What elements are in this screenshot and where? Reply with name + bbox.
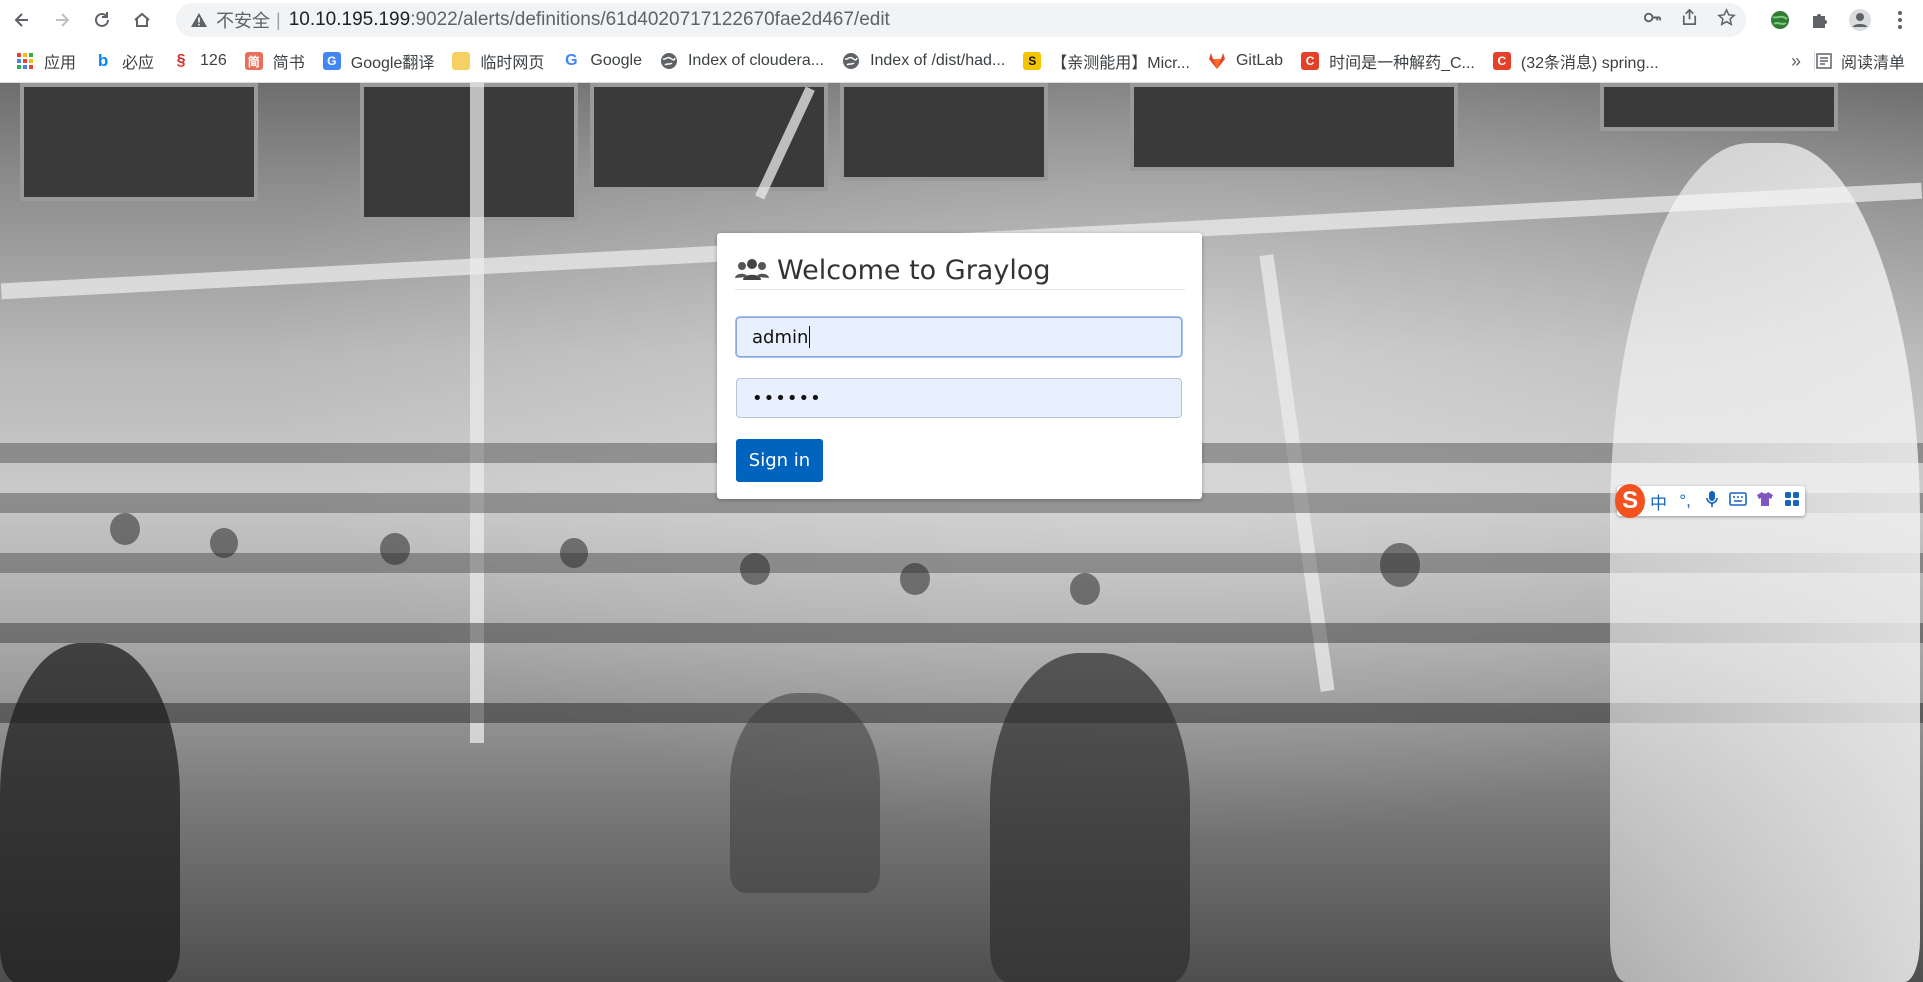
bookmark-label: Google bbox=[590, 52, 642, 69]
globe-icon bbox=[660, 52, 678, 70]
bookmark-label: 应用 bbox=[44, 55, 77, 72]
extensions-puzzle-icon[interactable] bbox=[1807, 7, 1833, 33]
address-bar[interactable]: 不安全 | 10.10.195.199 :9022/alerts/definit… bbox=[176, 3, 1746, 37]
bookmark-google-translate[interactable]: G Google翻译 bbox=[314, 40, 444, 82]
username-value: admin bbox=[752, 326, 809, 348]
bookmark-label: 时间是一种解药_C... bbox=[1329, 55, 1475, 72]
bookmark-label: (32条消息) spring... bbox=[1520, 55, 1659, 72]
url-host[interactable]: 10.10.195.199 bbox=[289, 9, 411, 31]
bookmark-label: 临时网页 bbox=[480, 55, 545, 72]
reload-icon[interactable] bbox=[84, 2, 120, 38]
background-photo bbox=[0, 83, 1923, 982]
bookmark-label: 【亲测能用】Micr... bbox=[1051, 55, 1190, 72]
bookmark-index-dist-hadoop[interactable]: Index of /dist/had... bbox=[833, 40, 1014, 82]
bookmark-gitlab[interactable]: GitLab bbox=[1199, 40, 1292, 82]
reading-list-label: 阅读清单 bbox=[1840, 55, 1905, 72]
password-input[interactable]: •••••• bbox=[736, 378, 1182, 418]
bookmark-bing[interactable]: b 必应 bbox=[85, 40, 163, 82]
extension-globe-icon[interactable] bbox=[1767, 7, 1793, 33]
forward-icon[interactable] bbox=[44, 2, 80, 38]
microphone-icon[interactable] bbox=[1698, 490, 1725, 513]
bookmark-label: Index of cloudera... bbox=[687, 52, 825, 69]
users-icon bbox=[735, 258, 769, 282]
security-label[interactable]: 不安全 bbox=[216, 7, 270, 33]
gitlab-icon bbox=[1208, 52, 1226, 70]
bookmark-label: Google翻译 bbox=[350, 55, 435, 72]
key-icon[interactable] bbox=[1643, 8, 1662, 32]
globe-icon bbox=[842, 52, 860, 70]
login-panel: Welcome to Graylog admin •••••• Sign in bbox=[717, 233, 1202, 499]
bookmarks-bar: 应用 b 必应 § 126 简 简书 G Google翻译 临时网页 G Goo… bbox=[0, 40, 1923, 83]
126-mail-icon: § bbox=[172, 52, 191, 70]
star-icon[interactable] bbox=[1717, 8, 1736, 32]
ime-mode-toggle[interactable]: 中 bbox=[1645, 489, 1672, 514]
sogou-logo-icon[interactable]: S bbox=[1615, 484, 1646, 518]
profile-avatar-icon[interactable] bbox=[1847, 7, 1873, 33]
bookmarks-overflow-button[interactable]: » bbox=[1791, 40, 1801, 82]
share-icon[interactable] bbox=[1680, 8, 1699, 32]
password-value: •••••• bbox=[752, 387, 822, 409]
bookmark-jianshu[interactable]: 简 简书 bbox=[236, 40, 314, 82]
standing-man-figure bbox=[1610, 143, 1920, 982]
bookmarks-divider bbox=[1814, 51, 1815, 71]
text-cursor bbox=[809, 326, 811, 348]
ime-toolbar[interactable]: S 中 °, bbox=[1615, 484, 1805, 518]
bookmark-google[interactable]: G Google bbox=[553, 40, 651, 82]
google-translate-icon: G bbox=[322, 52, 341, 70]
sticker-icon: S bbox=[1023, 52, 1042, 70]
username-input[interactable]: admin bbox=[736, 317, 1182, 357]
skin-shirt-icon[interactable] bbox=[1752, 491, 1779, 512]
folder-icon bbox=[452, 52, 471, 70]
bookmark-csdn-2[interactable]: C (32条消息) spring... bbox=[1484, 40, 1668, 82]
google-icon: G bbox=[562, 52, 581, 70]
login-header: Welcome to Graylog bbox=[735, 251, 1185, 290]
bookmark-label: 简书 bbox=[272, 55, 305, 72]
warning-triangle-icon[interactable] bbox=[190, 12, 208, 28]
bookmark-126[interactable]: § 126 bbox=[163, 40, 236, 82]
toolbox-grid-icon[interactable] bbox=[1778, 491, 1805, 512]
csdn-icon: C bbox=[1492, 52, 1511, 70]
login-page: Welcome to Graylog admin •••••• Sign in … bbox=[0, 83, 1923, 982]
bookmark-folder-temp[interactable]: 临时网页 bbox=[443, 40, 553, 82]
sign-in-button[interactable]: Sign in bbox=[736, 439, 823, 482]
browser-toolbar: 不安全 | 10.10.195.199 :9022/alerts/definit… bbox=[0, 0, 1923, 40]
url-separator: | bbox=[276, 9, 281, 30]
bookmark-csdn-1[interactable]: C 时间是一种解药_C... bbox=[1292, 40, 1484, 82]
jianshu-icon: 简 bbox=[244, 52, 263, 70]
bing-icon: b bbox=[97, 51, 109, 70]
bookmark-micr[interactable]: S 【亲测能用】Micr... bbox=[1014, 40, 1199, 82]
bookmark-apps[interactable]: 应用 bbox=[7, 40, 85, 82]
reading-list-button[interactable]: 阅读清单 bbox=[1816, 40, 1905, 82]
bookmark-label: 126 bbox=[200, 52, 227, 69]
bookmark-label: 必应 bbox=[122, 55, 155, 72]
apps-grid-icon bbox=[16, 52, 34, 70]
url-path[interactable]: :9022/alerts/definitions/61d402071712267… bbox=[410, 9, 890, 31]
bookmark-label: GitLab bbox=[1235, 52, 1284, 69]
ime-punctuation-toggle[interactable]: °, bbox=[1672, 491, 1699, 511]
back-icon[interactable] bbox=[4, 2, 40, 38]
bookmark-label: Index of /dist/had... bbox=[870, 52, 1006, 69]
reading-list-icon bbox=[1816, 53, 1832, 69]
home-icon[interactable] bbox=[124, 2, 160, 38]
keyboard-icon[interactable] bbox=[1725, 491, 1752, 511]
login-title: Welcome to Graylog bbox=[777, 254, 1051, 286]
csdn-icon: C bbox=[1301, 52, 1320, 70]
bookmark-index-cloudera[interactable]: Index of cloudera... bbox=[651, 40, 833, 82]
menu-kebab-icon[interactable] bbox=[1887, 7, 1913, 33]
